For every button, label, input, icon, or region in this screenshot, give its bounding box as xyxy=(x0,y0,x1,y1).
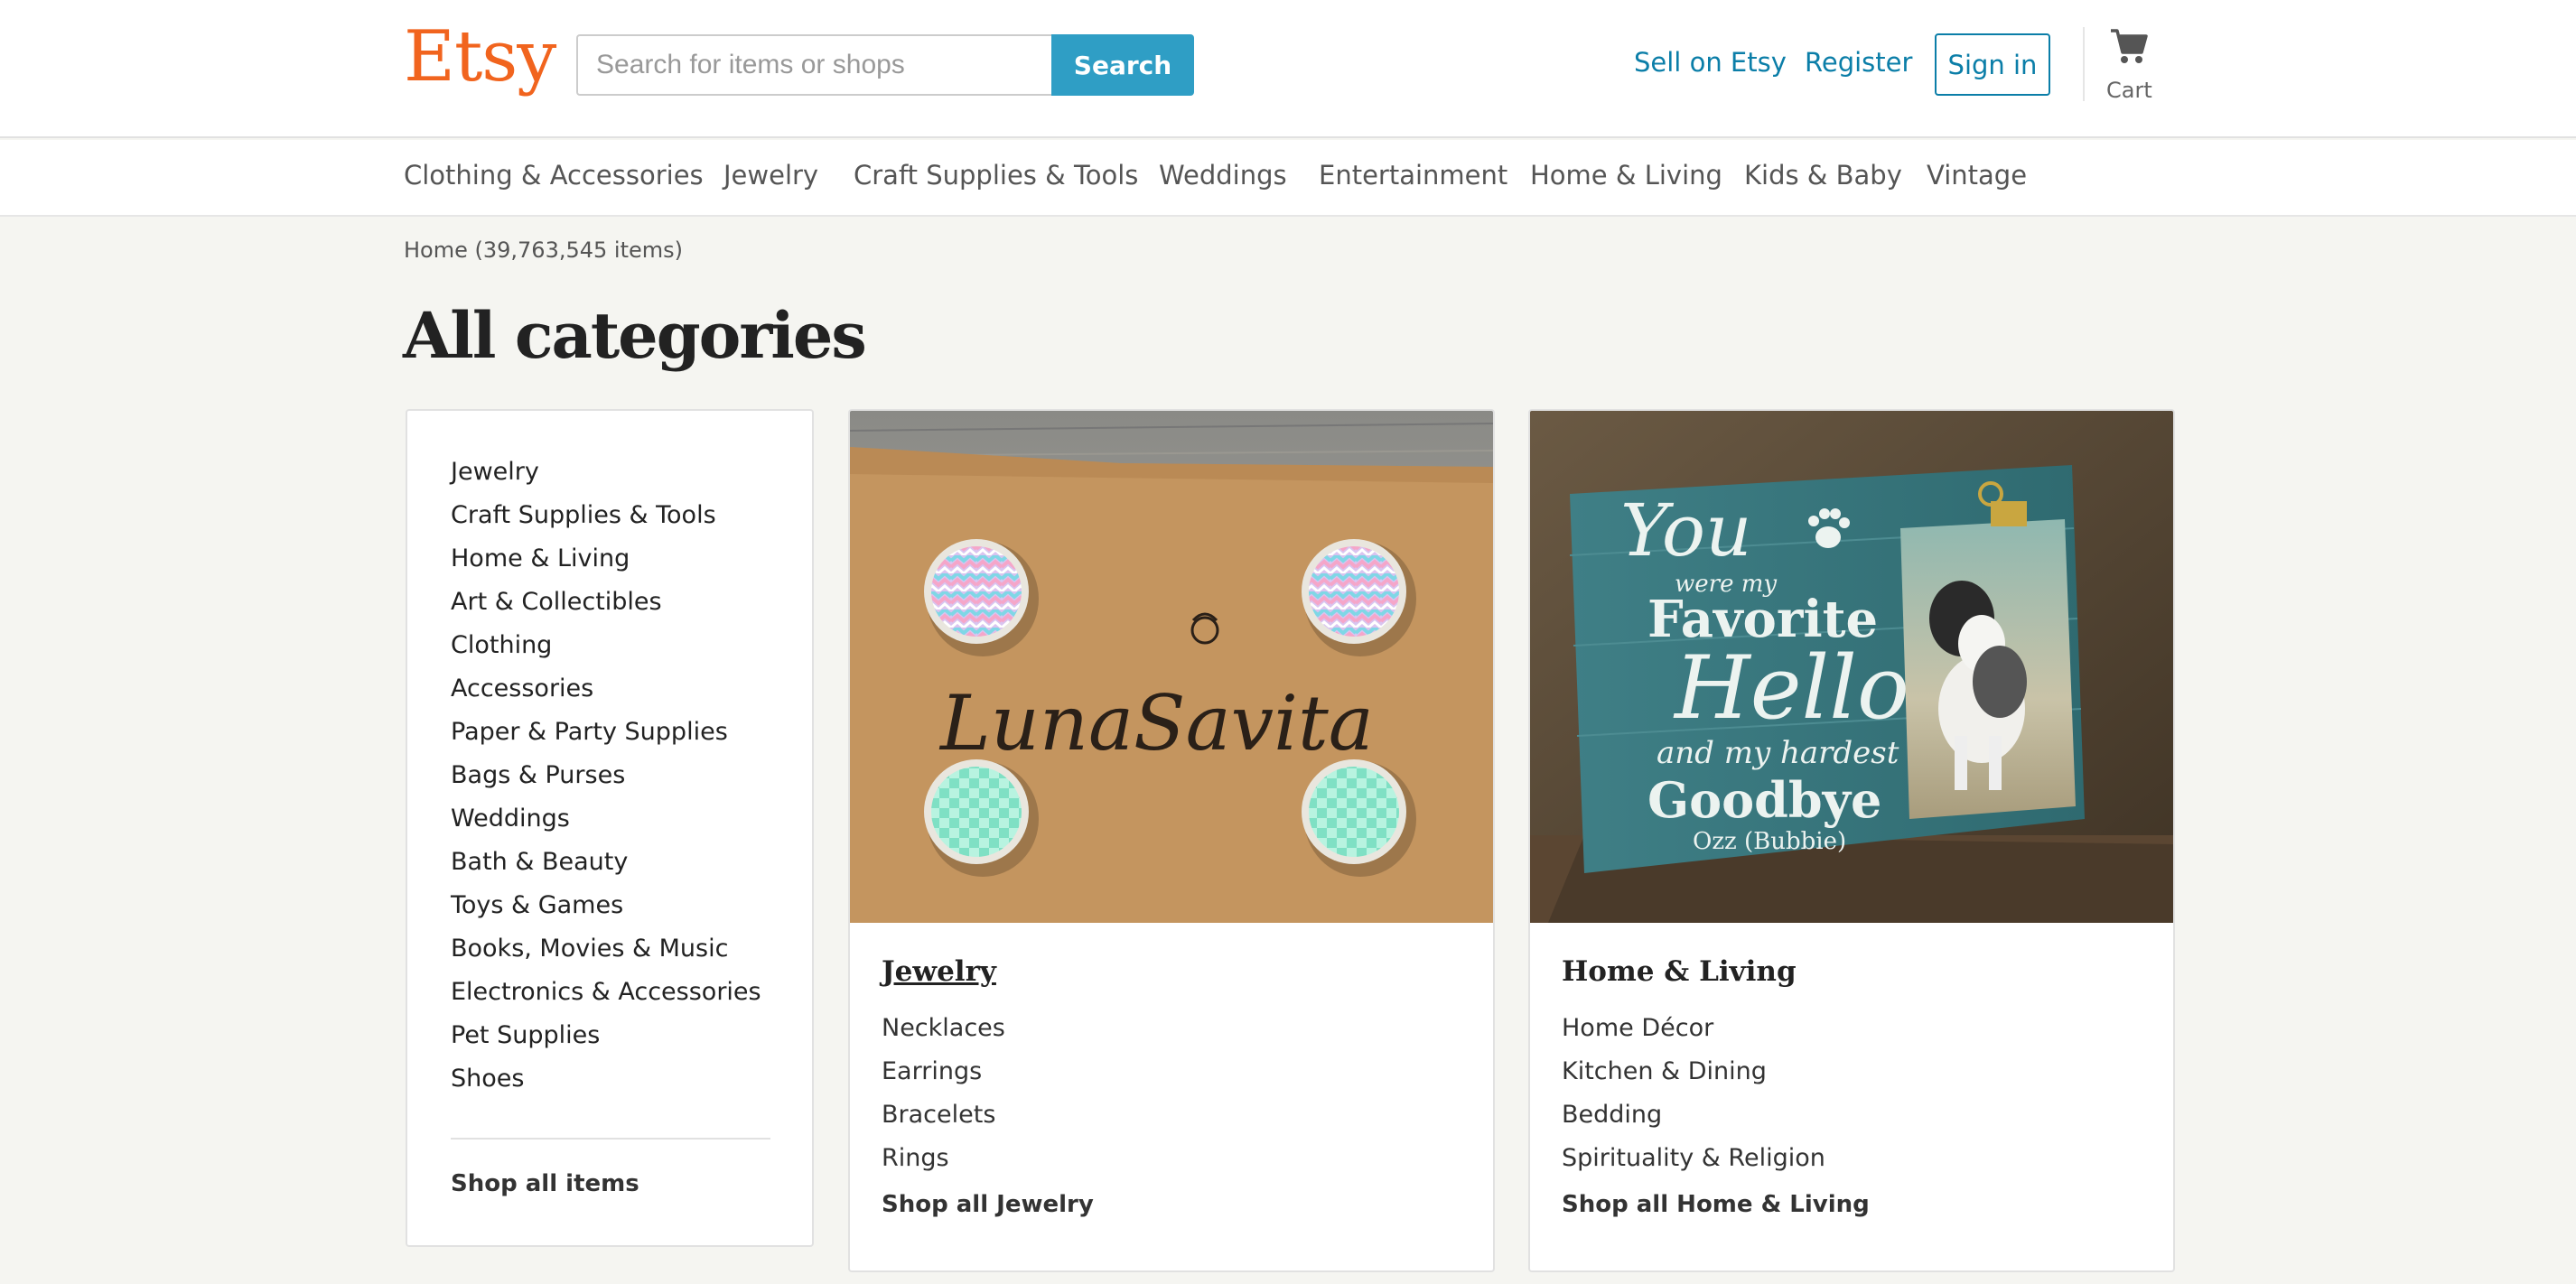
sidebar-item-home-living[interactable]: Home & Living xyxy=(451,539,761,582)
sidebar-item-bags-purses[interactable]: Bags & Purses xyxy=(451,756,761,799)
sidebar-item-paper-party[interactable]: Paper & Party Supplies xyxy=(451,712,761,756)
jewelry-subcategory-list: Necklaces Earrings Bracelets Rings xyxy=(882,1007,1005,1180)
sidebar-item-books-movies-music[interactable]: Books, Movies & Music xyxy=(451,929,761,972)
sidebar-item-bath-beauty[interactable]: Bath & Beauty xyxy=(451,842,761,886)
cart-icon xyxy=(2111,29,2148,63)
nav-item-clothing-accessories[interactable]: Clothing & Accessories xyxy=(404,160,704,191)
sidebar-item-shoes[interactable]: Shoes xyxy=(451,1059,761,1103)
category-card-home-living: You were my Favorite Hello and my hardes… xyxy=(1528,409,2175,1272)
register-link[interactable]: Register xyxy=(1805,47,1912,78)
sidebar-item-craft-supplies[interactable]: Craft Supplies & Tools xyxy=(451,496,761,539)
sidebar-category-list: Jewelry Craft Supplies & Tools Home & Li… xyxy=(451,452,761,1103)
nav-item-kids-baby[interactable]: Kids & Baby xyxy=(1744,160,1902,191)
nav-item-weddings[interactable]: Weddings xyxy=(1159,160,1287,191)
subcategory-bracelets[interactable]: Bracelets xyxy=(882,1093,1005,1137)
sidebar-item-pet-supplies[interactable]: Pet Supplies xyxy=(451,1016,761,1059)
sidebar-item-clothing[interactable]: Clothing xyxy=(451,626,761,669)
category-nav: Clothing & Accessories Jewelry Craft Sup… xyxy=(0,140,2576,217)
category-card-jewelry: LunaSavita Jewelry Necklaces Earrings Br… xyxy=(848,409,1495,1272)
sidebar-item-toys-games[interactable]: Toys & Games xyxy=(451,886,761,929)
subcategory-kitchen-dining[interactable]: Kitchen & Dining xyxy=(1562,1050,1825,1093)
site-header: Etsy Search Sell on Etsy Register Sign i… xyxy=(0,0,2576,138)
home-living-card-image[interactable]: You were my Favorite Hello and my hardes… xyxy=(1530,411,2173,923)
shop-all-jewelry-link[interactable]: Shop all Jewelry xyxy=(882,1191,1094,1218)
subcategory-spirituality-religion[interactable]: Spirituality & Religion xyxy=(1562,1137,1825,1180)
sidebar-item-electronics[interactable]: Electronics & Accessories xyxy=(451,972,761,1016)
cart-button[interactable]: Cart xyxy=(2100,27,2154,108)
svg-text:Goodbye: Goodbye xyxy=(1647,771,1881,829)
sidebar-item-accessories[interactable]: Accessories xyxy=(451,669,761,712)
subcategory-necklaces[interactable]: Necklaces xyxy=(882,1007,1005,1050)
breadcrumb: Home (39,763,545 items) xyxy=(404,237,683,263)
subcategory-bedding[interactable]: Bedding xyxy=(1562,1093,1825,1137)
sidebar-item-jewelry[interactable]: Jewelry xyxy=(451,452,761,496)
svg-text:LunaSavita: LunaSavita xyxy=(938,679,1374,768)
nav-item-entertainment[interactable]: Entertainment xyxy=(1319,160,1507,191)
nav-item-vintage[interactable]: Vintage xyxy=(1927,160,2027,191)
card-title-home-living[interactable]: Home & Living xyxy=(1562,955,1797,988)
svg-text:Hello: Hello xyxy=(1673,637,1909,739)
sign-in-button[interactable]: Sign in xyxy=(1935,33,2050,96)
etsy-logo[interactable]: Etsy xyxy=(404,16,556,98)
cart-label: Cart xyxy=(2106,78,2152,103)
svg-text:You: You xyxy=(1620,488,1752,572)
subcategory-earrings[interactable]: Earrings xyxy=(882,1050,1005,1093)
sidebar-item-weddings[interactable]: Weddings xyxy=(451,799,761,842)
sell-on-etsy-link[interactable]: Sell on Etsy xyxy=(1634,47,1787,78)
header-divider xyxy=(2083,27,2085,101)
nav-item-craft-supplies[interactable]: Craft Supplies & Tools xyxy=(854,160,1138,191)
nav-item-jewelry[interactable]: Jewelry xyxy=(723,160,818,191)
sidebar-item-art-collectibles[interactable]: Art & Collectibles xyxy=(451,582,761,626)
shop-all-items-link[interactable]: Shop all items xyxy=(451,1170,639,1197)
search-input[interactable] xyxy=(576,34,1053,96)
subcategory-rings[interactable]: Rings xyxy=(882,1137,1005,1180)
nav-item-home-living[interactable]: Home & Living xyxy=(1530,160,1722,191)
shop-all-home-living-link[interactable]: Shop all Home & Living xyxy=(1562,1191,1870,1218)
home-living-subcategory-list: Home Décor Kitchen & Dining Bedding Spir… xyxy=(1562,1007,1825,1180)
svg-text:Ozz (Bubbie): Ozz (Bubbie) xyxy=(1693,828,1846,855)
svg-text:and my hardest: and my hardest xyxy=(1657,735,1899,771)
card-title-jewelry[interactable]: Jewelry xyxy=(882,955,996,988)
search-button[interactable]: Search xyxy=(1051,34,1194,96)
category-sidebar: Jewelry Craft Supplies & Tools Home & Li… xyxy=(406,409,814,1247)
page-title: All categories xyxy=(403,298,867,373)
jewelry-card-image[interactable]: LunaSavita xyxy=(850,411,1493,923)
sidebar-divider xyxy=(451,1138,770,1140)
subcategory-home-decor[interactable]: Home Décor xyxy=(1562,1007,1825,1050)
